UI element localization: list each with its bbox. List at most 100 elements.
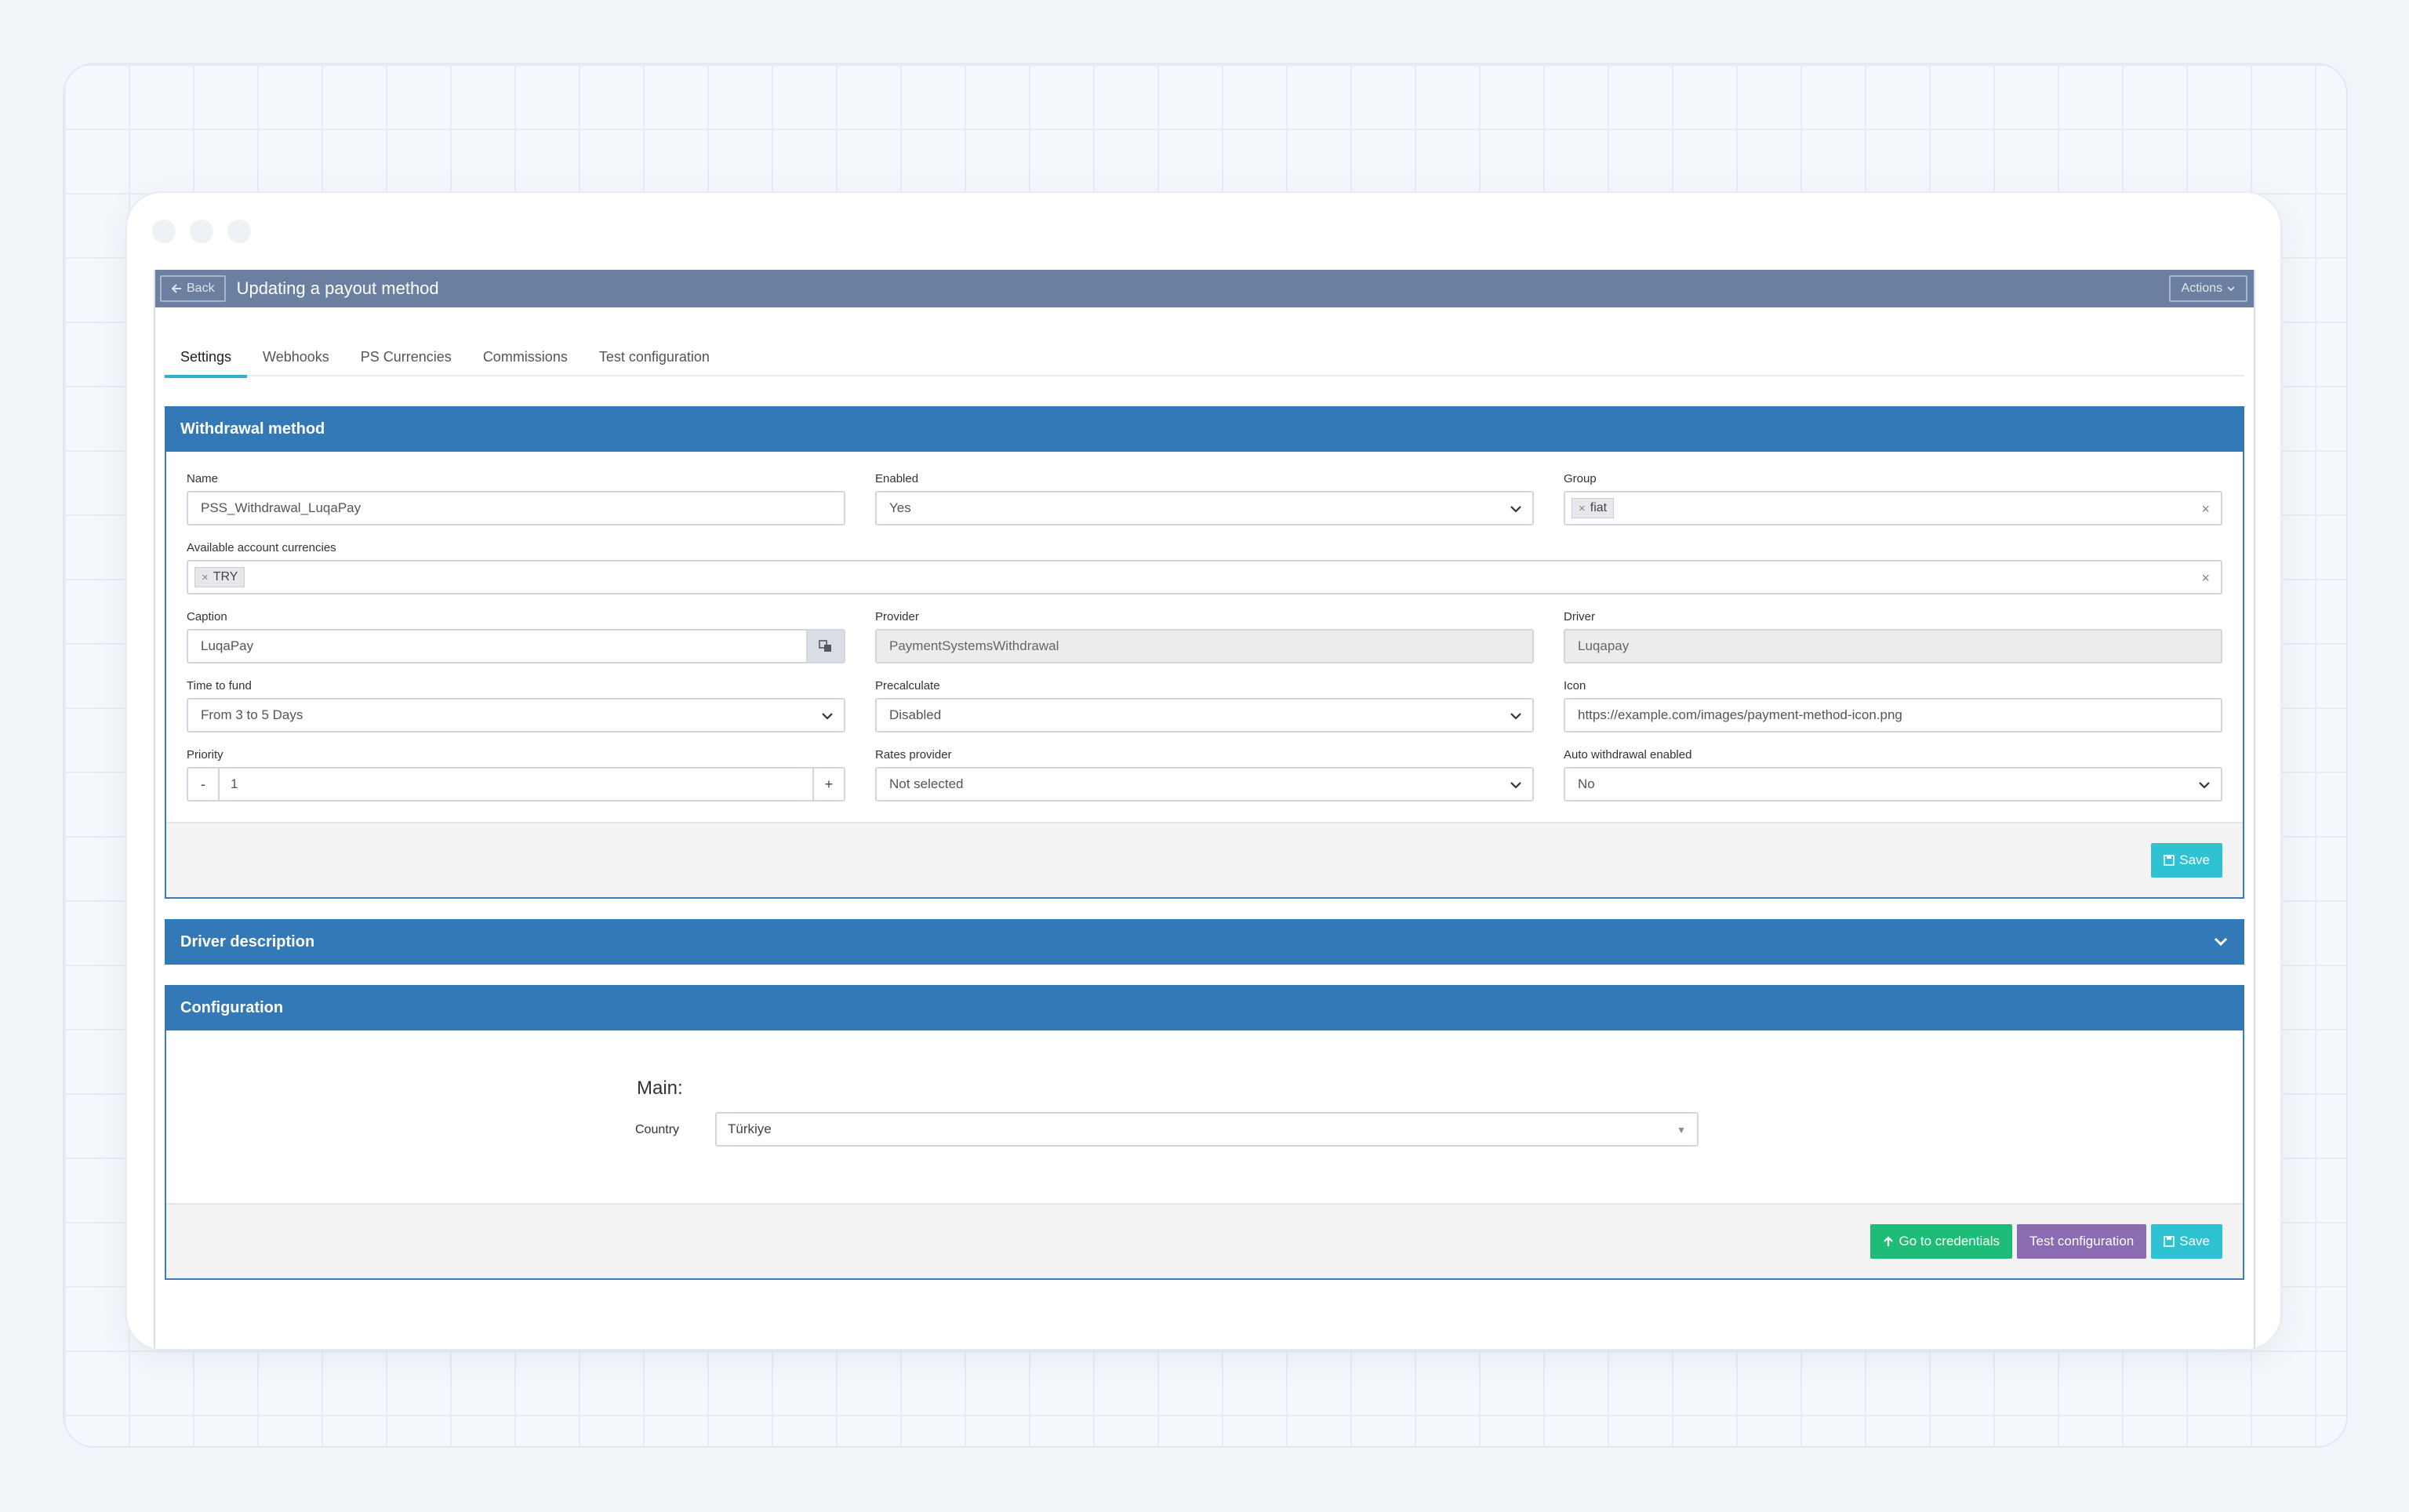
auto-withdrawal-select[interactable]: No	[1564, 767, 2222, 801]
config-save-label: Save	[2179, 1234, 2210, 1248]
configuration-body: Main: Country Türkiye ▼	[166, 1030, 2243, 1203]
chevron-down-icon	[1510, 782, 1521, 789]
chevron-down-icon	[2199, 782, 2210, 789]
test-configuration-button[interactable]: Test configuration	[2017, 1224, 2147, 1259]
configuration-panel-header: Configuration	[165, 985, 2244, 1030]
configuration-footer: Go to credentials Test configuration Sav…	[166, 1203, 2243, 1278]
withdrawal-panel: Withdrawal method Name PSS_Withdrawal_Lu…	[165, 406, 2244, 899]
priority-value[interactable]: 1	[220, 776, 812, 792]
precalculate-label: Precalculate	[875, 679, 940, 692]
rates-provider-select[interactable]: Not selected	[875, 767, 1534, 801]
tab-ps-currencies[interactable]: PS Currencies	[345, 337, 467, 376]
driver-value: Luqapay	[1578, 638, 1630, 653]
tab-settings[interactable]: Settings	[165, 337, 248, 378]
clear-icon[interactable]: ×	[2201, 501, 2210, 518]
currencies-label: Available account currencies	[187, 541, 336, 554]
close-dot[interactable]	[152, 220, 176, 243]
enabled-select[interactable]: Yes	[875, 491, 1534, 525]
icon-url-input[interactable]: https://example.com/images/payment-metho…	[1564, 698, 2222, 732]
clear-icon[interactable]: ×	[2201, 570, 2210, 587]
rates-provider-label: Rates provider	[875, 748, 952, 761]
name-value: PSS_Withdrawal_LuqaPay	[201, 500, 362, 515]
currencies-select[interactable]: × TRY ×	[187, 560, 2222, 594]
priority-stepper[interactable]: - 1 +	[187, 767, 845, 801]
auto-withdrawal-label: Auto withdrawal enabled	[1564, 748, 1692, 761]
enabled-value: Yes	[889, 500, 911, 515]
country-select[interactable]: Türkiye ▼	[715, 1112, 1699, 1147]
provider-value: PaymentSystemsWithdrawal	[889, 638, 1059, 653]
save-button[interactable]: Save	[2151, 843, 2222, 878]
tab-commissions[interactable]: Commissions	[467, 337, 583, 376]
tag-remove-icon[interactable]: ×	[1579, 502, 1586, 515]
auto-withdrawal-value: No	[1578, 776, 1595, 791]
tag-remove-icon[interactable]: ×	[202, 571, 209, 584]
country-value: Türkiye	[728, 1121, 772, 1136]
translate-icon	[819, 640, 831, 652]
chevron-down-icon	[822, 713, 833, 720]
group-tag-label: fiat	[1590, 501, 1608, 514]
time-to-fund-value: From 3 to 5 Days	[201, 707, 303, 722]
driver-description-header[interactable]: Driver description	[165, 919, 2244, 965]
precalculate-select[interactable]: Disabled	[875, 698, 1534, 732]
page-title: Updating a payout method	[236, 278, 439, 298]
provider-field: PaymentSystemsWithdrawal	[875, 629, 1534, 663]
back-label: Back	[187, 282, 215, 295]
driver-description-title: Driver description	[180, 932, 315, 950]
arrow-up-icon	[1884, 1236, 1894, 1246]
browser-window: Back Updating a payout method Actions Se…	[127, 193, 2280, 1349]
configuration-panel: Configuration Main: Country Türkiye ▼ Go…	[165, 985, 2244, 1280]
translate-button[interactable]	[806, 631, 844, 662]
chevron-down-icon	[2227, 286, 2235, 292]
time-to-fund-select[interactable]: From 3 to 5 Days	[187, 698, 845, 732]
country-label: Country	[635, 1123, 680, 1136]
test-configuration-label: Test configuration	[2029, 1234, 2135, 1248]
caption-input[interactable]: LuqaPay	[187, 629, 845, 663]
arrow-left-icon	[171, 284, 181, 293]
time-to-fund-label: Time to fund	[187, 679, 252, 692]
save-label: Save	[2179, 852, 2210, 867]
icon-url-value: https://example.com/images/payment-metho…	[1578, 707, 1902, 722]
withdrawal-panel-header: Withdrawal method	[165, 406, 2244, 452]
name-label: Name	[187, 472, 219, 485]
enabled-label: Enabled	[875, 472, 919, 485]
go-to-credentials-label: Go to credentials	[1898, 1234, 2000, 1248]
caption-value: LuqaPay	[201, 638, 254, 653]
icon-label: Icon	[1564, 679, 1586, 692]
currency-tag-label: TRY	[213, 570, 238, 583]
chevron-down-icon[interactable]	[2213, 935, 2229, 949]
group-select[interactable]: × fiat ×	[1564, 491, 2222, 525]
back-button[interactable]: Back	[160, 275, 226, 302]
rates-provider-value: Not selected	[889, 776, 964, 791]
go-to-credentials-button[interactable]: Go to credentials	[1870, 1224, 2012, 1259]
tab-webhooks[interactable]: Webhooks	[247, 337, 345, 376]
group-label: Group	[1564, 472, 1597, 485]
main-section-label: Main:	[637, 1078, 683, 1099]
provider-label: Provider	[875, 610, 919, 623]
caret-down-icon: ▼	[1677, 1125, 1686, 1136]
priority-label: Priority	[187, 748, 223, 761]
caption-label: Caption	[187, 610, 227, 623]
tab-bar: Settings Webhooks PS Currencies Commissi…	[165, 337, 2244, 378]
actions-button[interactable]: Actions	[2168, 275, 2247, 302]
driver-field: Luqapay	[1564, 629, 2222, 663]
maximize-dot[interactable]	[227, 220, 251, 243]
chevron-down-icon	[1510, 506, 1521, 513]
floppy-icon	[2164, 1236, 2175, 1247]
decrement-button[interactable]: -	[188, 769, 220, 800]
actions-label: Actions	[2181, 282, 2222, 295]
name-input[interactable]: PSS_Withdrawal_LuqaPay	[187, 491, 845, 525]
driver-label: Driver	[1564, 610, 1595, 623]
app-content: Back Updating a payout method Actions Se…	[154, 270, 2255, 1349]
group-tag: × fiat	[1571, 498, 1615, 518]
config-save-button[interactable]: Save	[2151, 1224, 2222, 1259]
increment-button[interactable]: +	[812, 769, 844, 800]
window-controls	[152, 220, 251, 243]
withdrawal-panel-body: Name PSS_Withdrawal_LuqaPay Enabled Yes …	[166, 452, 2243, 897]
chevron-down-icon	[1510, 713, 1521, 720]
tab-test-configuration[interactable]: Test configuration	[583, 337, 725, 376]
precalculate-value: Disabled	[889, 707, 942, 722]
floppy-icon	[2164, 855, 2175, 866]
top-bar: Back Updating a payout method Actions	[155, 270, 2254, 307]
minimize-dot[interactable]	[190, 220, 213, 243]
withdrawal-panel-footer: Save	[166, 822, 2243, 897]
